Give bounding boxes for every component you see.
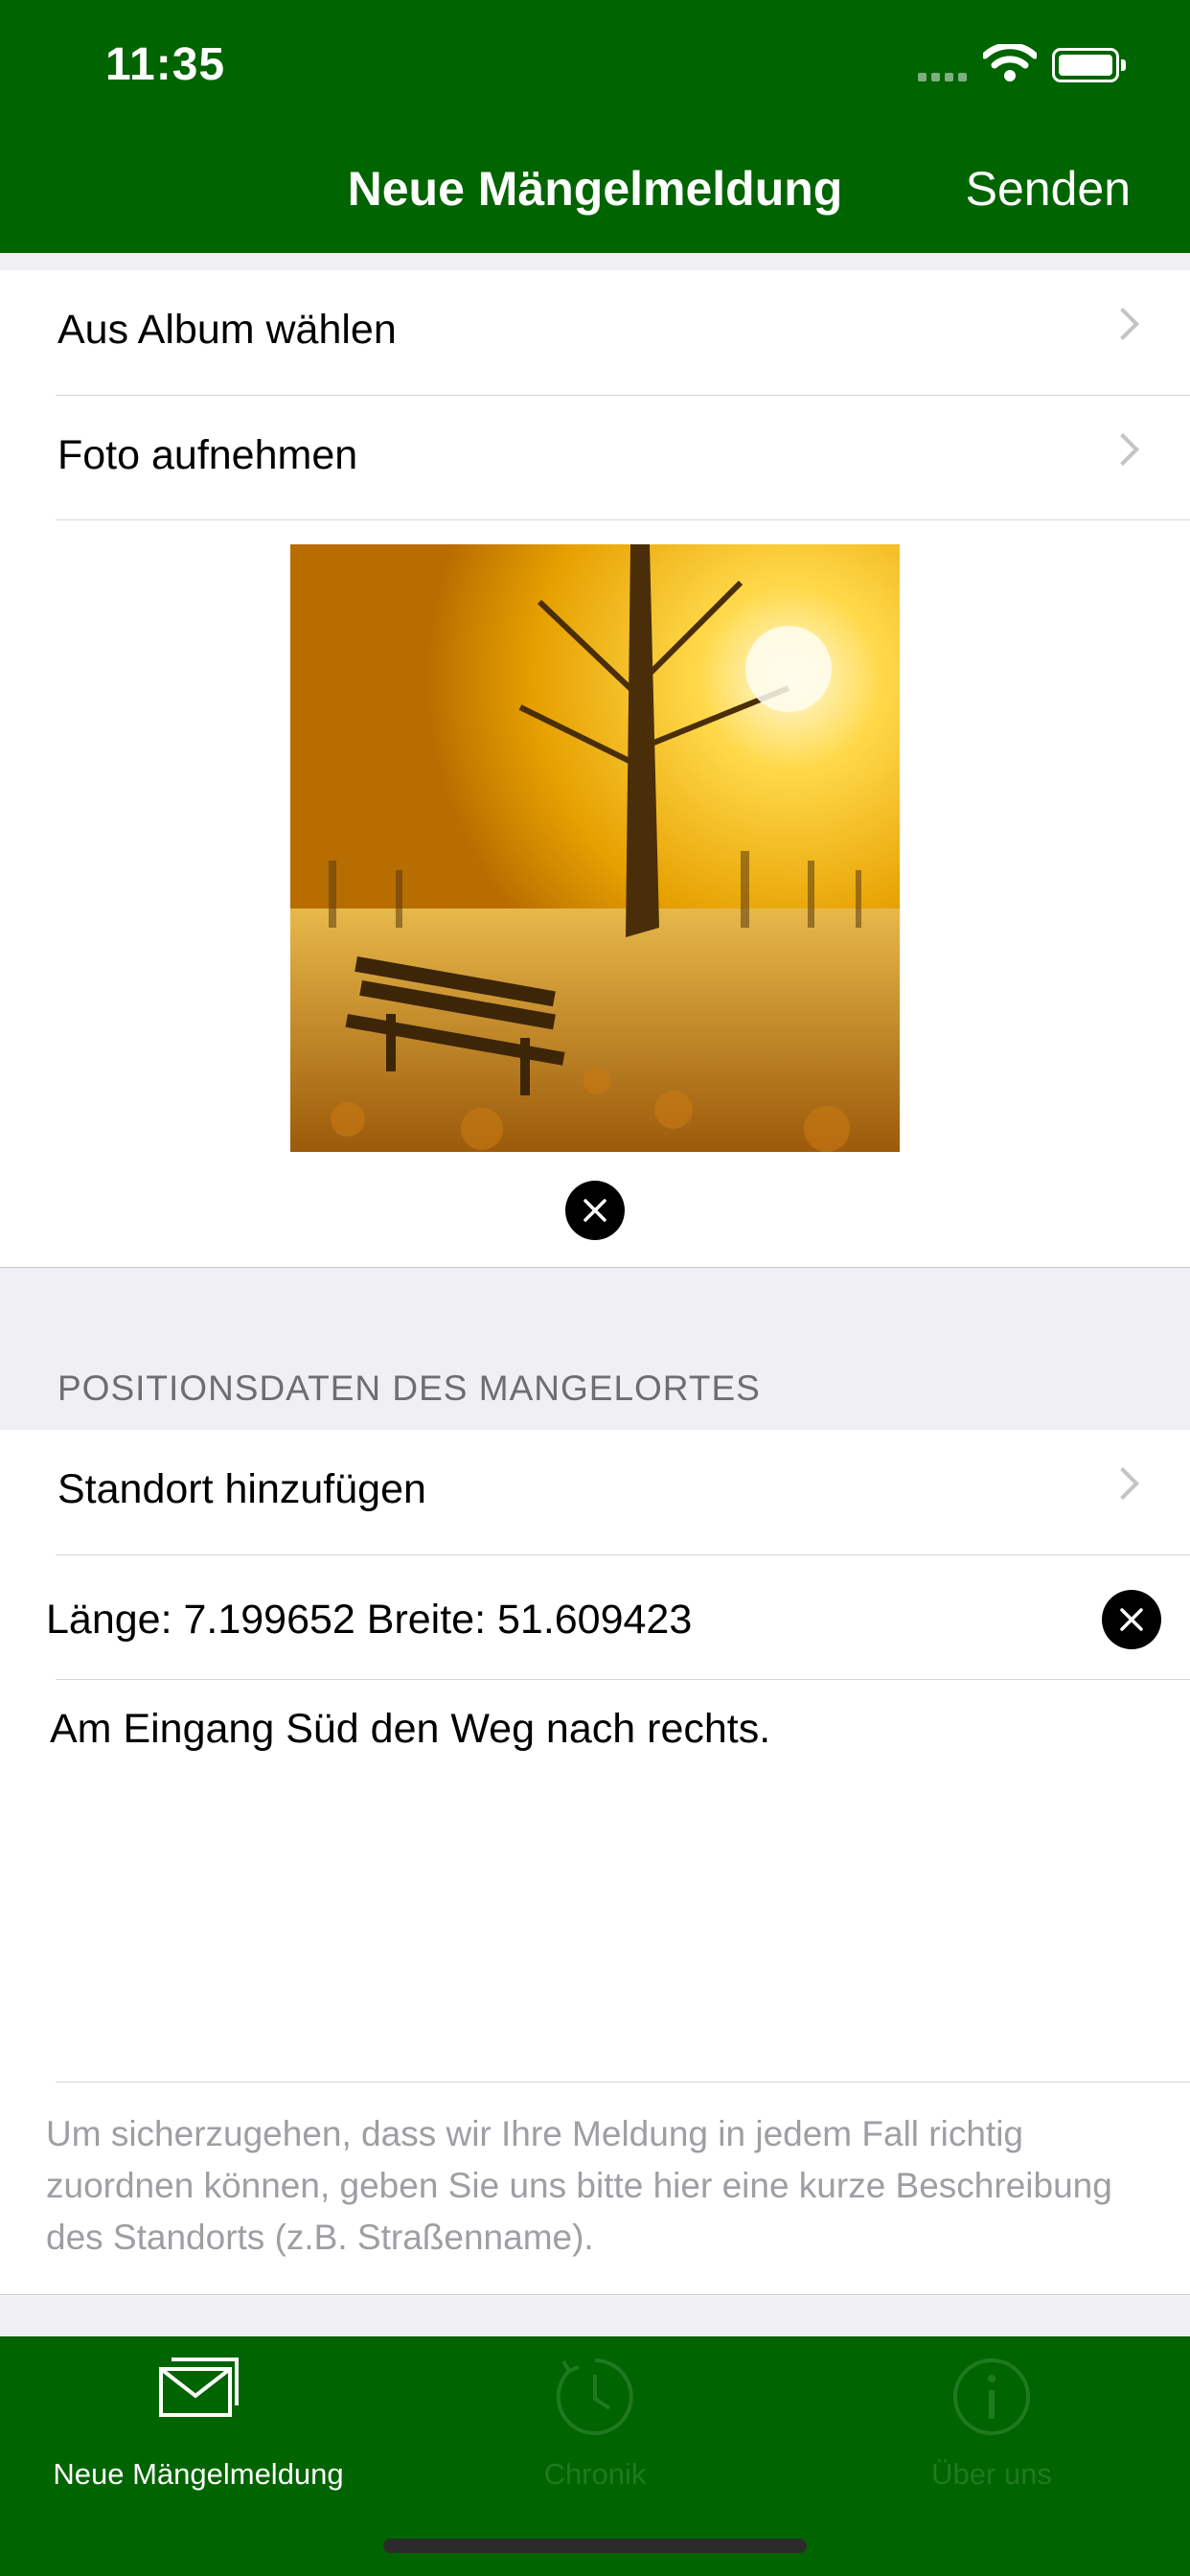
choose-from-album-label: Aus Album wählen — [57, 307, 397, 353]
location-hint-text: Um sicherzugehen, dass wir Ihre Meldung … — [46, 2114, 1112, 2257]
take-photo-label: Foto aufnehmen — [57, 432, 358, 478]
remove-coordinates-button[interactable] — [1102, 1590, 1161, 1649]
add-location-label: Standort hinzufügen — [57, 1466, 426, 1512]
envelope-icon — [158, 2356, 239, 2424]
location-description-input[interactable]: Am Eingang Süd den Weg nach rechts. — [50, 1706, 1142, 2070]
divider — [0, 2294, 1190, 2295]
send-button[interactable]: Senden — [966, 161, 1131, 217]
choose-from-album-row[interactable]: Aus Album wählen — [0, 270, 1190, 395]
close-icon — [1120, 1608, 1143, 1631]
chevron-right-icon — [1107, 1467, 1139, 1500]
home-indicator — [383, 2539, 807, 2553]
tab-about-us-label: Über uns — [931, 2457, 1052, 2491]
add-location-row[interactable]: Standort hinzufügen — [0, 1430, 1190, 1554]
tab-chronik[interactable]: Chronik — [397, 2336, 793, 2509]
chevron-right-icon — [1107, 433, 1139, 466]
tab-chronik-label: Chronik — [543, 2457, 647, 2491]
divider — [56, 519, 1190, 520]
divider — [56, 1554, 1190, 1555]
tab-new-report[interactable]: Neue Mängelmeldung — [0, 2336, 397, 2509]
tab-new-report-label: Neue Mängelmeldung — [53, 2457, 344, 2491]
signal-icon — [918, 69, 972, 86]
selected-photo — [290, 544, 900, 1152]
divider — [56, 1679, 1190, 1680]
take-photo-row[interactable]: Foto aufnehmen — [0, 396, 1190, 520]
wifi-icon — [981, 42, 1039, 87]
battery-icon — [1052, 48, 1126, 82]
coordinates-text: Länge: 7.199652 Breite: 51.609423 — [46, 1597, 693, 1643]
close-icon — [584, 1199, 606, 1222]
chevron-right-icon — [1107, 308, 1139, 340]
remove-photo-button[interactable] — [565, 1181, 625, 1240]
status-time: 11:35 — [105, 39, 226, 90]
section-header: POSITIONSDATEN DES MANGELORTES — [57, 1368, 761, 1408]
info-icon — [950, 2356, 1033, 2443]
tab-about-us[interactable]: Über uns — [793, 2336, 1190, 2509]
clock-icon — [554, 2356, 636, 2443]
